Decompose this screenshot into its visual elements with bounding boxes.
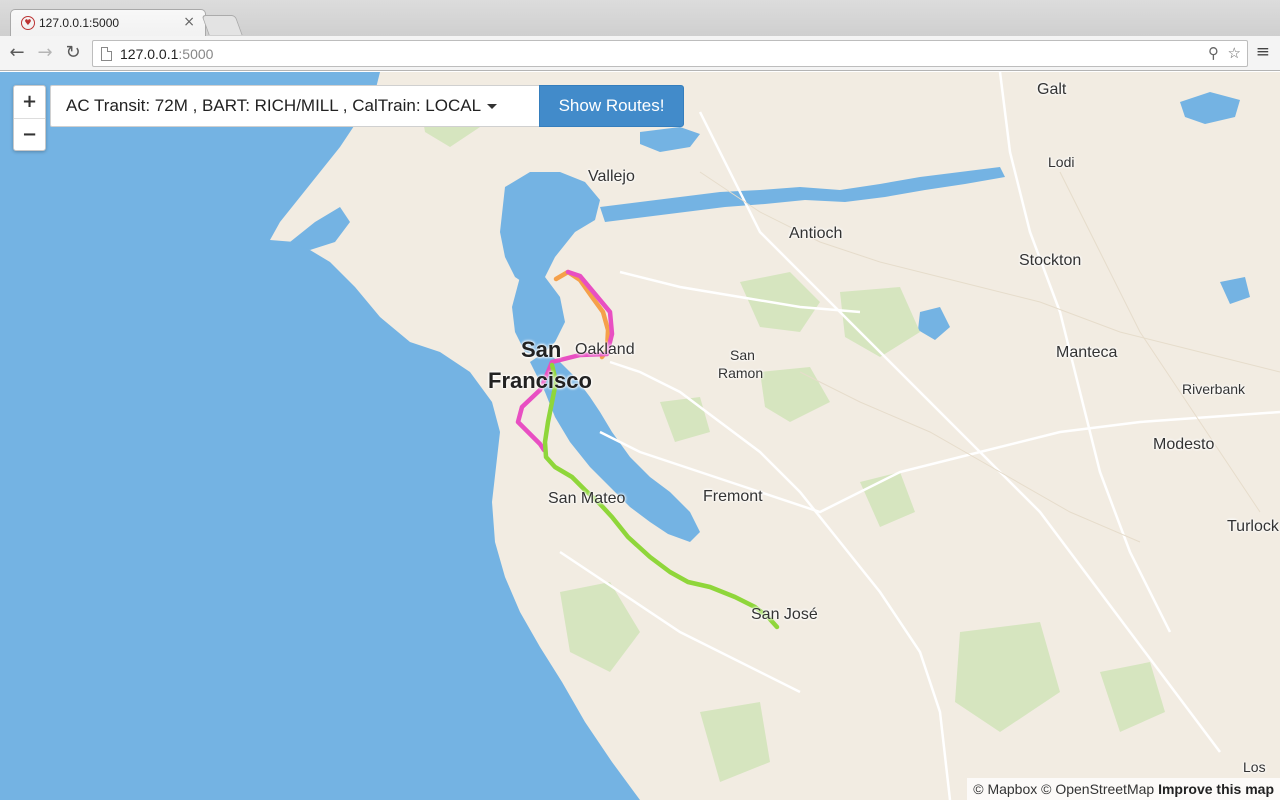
label-san-francisco-line2: Francisco (488, 368, 592, 393)
san-pablo-bay (500, 172, 600, 287)
bookmark-star-icon[interactable]: ☆ (1228, 44, 1241, 62)
map-view[interactable]: Galt Lodi Vallejo Antioch Stockton Mante… (0, 72, 1280, 800)
label-manteca: Manteca (1056, 344, 1118, 361)
label-san-francisco-line1: San (521, 337, 562, 362)
label-san-ramon-line1: San (730, 347, 755, 363)
new-tab-button[interactable] (201, 15, 243, 35)
back-arrow-icon[interactable]: ← (6, 42, 28, 64)
map-attribution: © Mapbox © OpenStreetMap Improve this ma… (967, 778, 1280, 800)
label-antioch: Antioch (789, 225, 843, 242)
browser-tabstrip: ♥ 127.0.0.1:5000 × (0, 0, 1280, 37)
label-stockton: Stockton (1019, 252, 1082, 269)
page-icon (101, 47, 112, 61)
chevron-down-icon (487, 104, 498, 110)
label-turlock: Turlock (1227, 518, 1279, 535)
mapbox-attribution-link[interactable]: © Mapbox (973, 781, 1037, 797)
label-san-mateo: San Mateo (548, 490, 626, 507)
reload-icon[interactable]: ↻ (62, 42, 84, 64)
browser-tab[interactable]: ♥ 127.0.0.1:5000 × (10, 9, 206, 37)
browser-toolbar: ← → ↻ 127.0.0.1:5000 ⚲ ☆ ≡ (0, 36, 1280, 71)
url-text[interactable]: 127.0.0.1:5000 (120, 46, 213, 62)
label-lodi: Lodi (1048, 154, 1075, 170)
zoom-magnifier-icon[interactable]: ⚲ (1208, 44, 1219, 62)
tab-title: 127.0.0.1:5000 (39, 16, 120, 30)
forward-arrow-icon[interactable]: → (34, 42, 56, 64)
label-oakland: Oakland (575, 341, 635, 358)
show-routes-button[interactable]: Show Routes! (539, 85, 684, 127)
label-vallejo: Vallejo (588, 168, 635, 185)
address-bar[interactable]: 127.0.0.1:5000 ⚲ ☆ (92, 40, 1248, 67)
browser-menu-icon[interactable]: ≡ (1256, 42, 1270, 62)
close-tab-icon[interactable]: × (183, 14, 195, 30)
map-basemap (0, 72, 1280, 800)
zoom-control: + − (13, 85, 46, 151)
osm-attribution-link[interactable]: © OpenStreetMap (1041, 781, 1154, 797)
label-san-jose: San José (751, 606, 818, 623)
label-fremont: Fremont (703, 488, 763, 505)
label-modesto: Modesto (1153, 436, 1215, 453)
route-select-value: AC Transit: 72M , BART: RICH/MILL , CalT… (66, 96, 482, 115)
zoom-in-button[interactable]: + (14, 86, 45, 118)
favicon-icon: ♥ (21, 16, 35, 30)
label-los: Los (1243, 759, 1266, 775)
route-select-dropdown[interactable]: AC Transit: 72M , BART: RICH/MILL , CalT… (50, 85, 540, 127)
label-riverbank: Riverbank (1182, 381, 1246, 397)
label-galt: Galt (1037, 81, 1067, 98)
label-san-ramon-line2: Ramon (718, 365, 764, 381)
improve-map-link[interactable]: Improve this map (1158, 781, 1274, 797)
zoom-out-button[interactable]: − (14, 118, 45, 150)
